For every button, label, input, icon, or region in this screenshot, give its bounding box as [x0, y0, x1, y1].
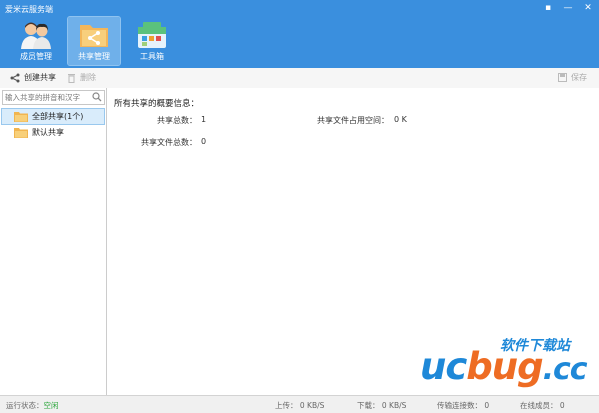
- nav-share-label: 共享管理: [78, 52, 110, 61]
- share-small-icon: [10, 73, 20, 82]
- menu-icon[interactable]: ▪: [541, 2, 555, 14]
- sidebar: 全部共享(1个) 默认共享: [0, 88, 107, 395]
- folder-icon: [14, 112, 28, 122]
- toolbox-icon: [138, 22, 166, 48]
- summary-title: 所有共享的概要信息：: [114, 99, 200, 109]
- file-count-label: 共享文件总数：: [141, 138, 197, 147]
- trash-icon: [68, 73, 75, 83]
- toolbar: 创建共享 删除 保存: [0, 68, 599, 89]
- share-count-value: 1: [201, 115, 207, 124]
- watermark-uc: uc: [420, 345, 467, 388]
- window-controls: ▪ — ✕: [541, 2, 595, 14]
- tree-item-all-shares[interactable]: 全部共享(1个): [1, 108, 105, 125]
- delete-label: 删除: [80, 73, 96, 82]
- run-state-value: 空闲: [43, 401, 59, 410]
- delete-button[interactable]: 删除: [67, 72, 96, 83]
- download-speed: 下载： 0 KB/S: [357, 401, 407, 410]
- tree-item-label: 全部共享(1个): [32, 112, 84, 121]
- save-label: 保存: [571, 73, 587, 82]
- title-bar: 爱米云服务端 ▪ — ✕ 成员管理 共享管理 工具箱: [0, 0, 599, 68]
- share-icon: [80, 25, 108, 47]
- search-box: [2, 90, 105, 105]
- main-nav: 成员管理 共享管理 工具箱: [10, 16, 178, 66]
- app-title: 爱米云服务端: [5, 5, 53, 14]
- space-used-label: 共享文件占用空间：: [317, 116, 389, 125]
- watermark-brand: ucbug.cc: [420, 345, 588, 390]
- tree-item-label: 默认共享: [32, 128, 64, 137]
- nav-share[interactable]: 共享管理: [67, 16, 121, 66]
- file-count-value: 0: [201, 137, 207, 146]
- run-state-label: 运行状态：: [6, 401, 44, 410]
- upload-speed: 上传： 0 KB/S: [275, 401, 325, 410]
- nav-members[interactable]: 成员管理: [10, 17, 62, 65]
- watermark-logo: 软件下载站 ucbug.cc: [420, 335, 596, 393]
- space-used-value: 0 K: [394, 115, 407, 124]
- nav-toolbox[interactable]: 工具箱: [126, 17, 178, 65]
- status-bar: 运行状态：空闲 上传： 0 KB/S 下载： 0 KB/S 传输连接数： 0 在…: [0, 395, 599, 413]
- search-input[interactable]: [5, 91, 91, 104]
- members-icon: [21, 22, 51, 49]
- run-state: 运行状态：空闲: [6, 400, 59, 411]
- watermark-cc: .cc: [542, 352, 588, 387]
- search-icon[interactable]: [92, 92, 102, 102]
- folder-icon: [14, 128, 28, 138]
- nav-members-label: 成员管理: [20, 52, 52, 61]
- minimize-icon[interactable]: —: [561, 2, 575, 14]
- create-share-label: 创建共享: [24, 73, 56, 82]
- close-icon[interactable]: ✕: [581, 2, 595, 14]
- save-button[interactable]: 保存: [558, 72, 587, 83]
- tree-item-default-share[interactable]: 默认共享: [2, 125, 104, 140]
- create-share-button[interactable]: 创建共享: [10, 72, 56, 83]
- share-count-label: 共享总数：: [157, 116, 197, 125]
- nav-toolbox-label: 工具箱: [140, 52, 164, 61]
- online-members: 在线成员： 0: [520, 401, 565, 410]
- watermark-bug: bug: [466, 345, 543, 388]
- save-icon: [558, 73, 567, 82]
- transfer-connections: 传输连接数： 0: [437, 401, 490, 410]
